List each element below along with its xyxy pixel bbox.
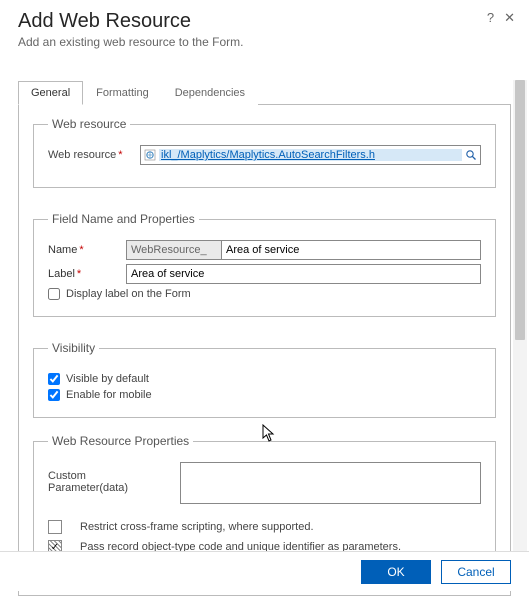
custom-parameter-input[interactable]: [180, 462, 481, 504]
section-web-resource: Web resource Web resource* ikl_/Maplytic…: [33, 117, 496, 188]
vertical-scrollbar[interactable]: [513, 80, 527, 551]
visible-default-text: Visible by default: [66, 373, 149, 385]
tab-formatting[interactable]: Formatting: [83, 81, 162, 105]
lookup-search-icon[interactable]: [462, 149, 480, 161]
visible-default-checkbox[interactable]: [48, 373, 60, 385]
dialog-title: Add Web Resource: [18, 10, 511, 33]
tab-dependencies[interactable]: Dependencies: [162, 81, 258, 105]
dialog-subtitle: Add an existing web resource to the Form…: [18, 35, 511, 49]
display-label-checkbox[interactable]: [48, 288, 60, 300]
label-input[interactable]: [126, 264, 481, 284]
restrict-crossframe-text: Restrict cross-frame scripting, where su…: [80, 521, 314, 533]
name-input[interactable]: [222, 240, 481, 260]
help-icon[interactable]: ?: [487, 10, 494, 26]
cancel-button[interactable]: Cancel: [441, 560, 511, 584]
tab-panel-general: Web resource Web resource* ikl_/Maplytic…: [18, 105, 511, 596]
web-resource-label: Web resource*: [48, 149, 140, 161]
html-file-icon: [141, 149, 159, 161]
section-web-resource-legend: Web resource: [48, 117, 130, 131]
ok-button[interactable]: OK: [361, 560, 431, 584]
close-icon[interactable]: ✕: [504, 10, 515, 26]
section-visibility: Visibility Visible by default Enable for…: [33, 341, 496, 418]
tab-bar: General Formatting Dependencies: [18, 80, 511, 105]
name-label: Name*: [48, 244, 126, 256]
dialog-footer: OK Cancel: [0, 551, 529, 591]
section-properties-legend: Web Resource Properties: [48, 434, 193, 448]
enable-mobile-checkbox[interactable]: [48, 389, 60, 401]
restrict-crossframe-checkbox[interactable]: [48, 520, 62, 534]
name-prefix-input: [126, 240, 222, 260]
label-label: Label*: [48, 268, 126, 280]
tab-general[interactable]: General: [18, 81, 83, 105]
section-visibility-legend: Visibility: [48, 341, 99, 355]
web-resource-lookup[interactable]: ikl_/Maplytics/Maplytics.AutoSearchFilte…: [140, 145, 481, 165]
enable-mobile-text: Enable for mobile: [66, 389, 152, 401]
web-resource-value: ikl_/Maplytics/Maplytics.AutoSearchFilte…: [159, 149, 462, 161]
section-field-name: Field Name and Properties Name* Label* D…: [33, 212, 496, 317]
display-label-text: Display label on the Form: [66, 288, 191, 300]
custom-parameter-label: Custom Parameter(data): [48, 462, 168, 494]
section-field-name-legend: Field Name and Properties: [48, 212, 199, 226]
scrollbar-thumb[interactable]: [515, 80, 525, 340]
